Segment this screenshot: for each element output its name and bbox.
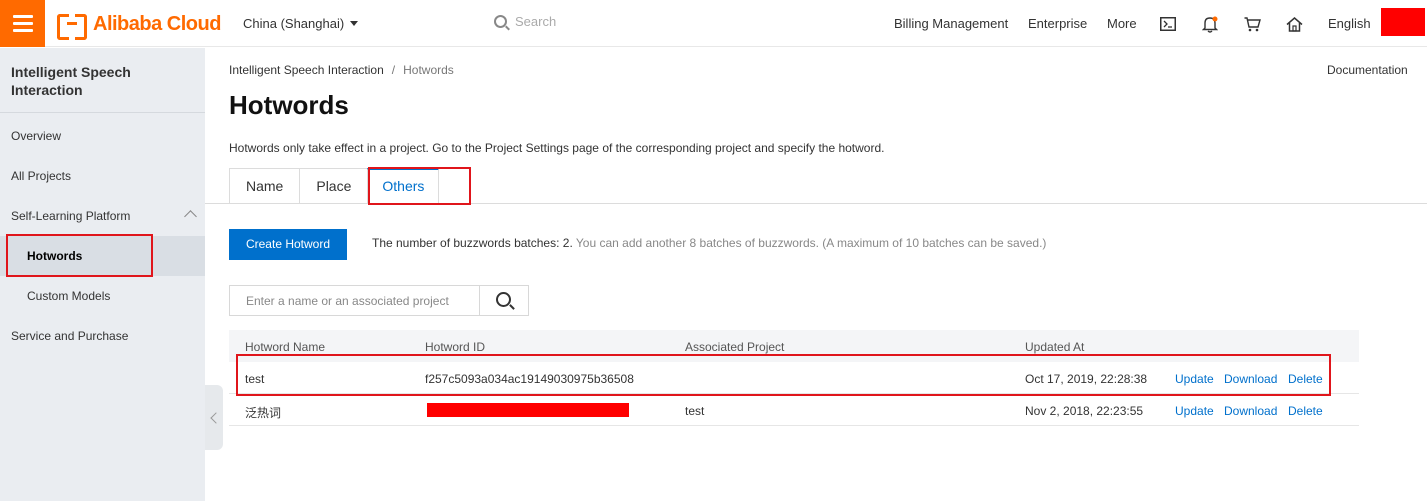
batch-limit-note: You can add another 8 batches of buzzwor… [572, 236, 1047, 250]
documentation-link[interactable]: Documentation [1327, 63, 1408, 77]
updated-at-cell: Oct 17, 2019, 22:28:38 [1025, 372, 1148, 386]
sidebar-item-hotwords[interactable]: Hotwords [0, 236, 205, 276]
sidebar-item-service-and-purchase[interactable]: Service and Purchase [0, 316, 205, 356]
sidebar-item-label: Self-Learning Platform [11, 209, 131, 223]
tab-name[interactable]: Name [229, 168, 300, 204]
sidebar-item-overview[interactable]: Overview [0, 116, 205, 156]
breadcrumb-root[interactable]: Intelligent Speech Interaction [229, 63, 384, 77]
hotword-name-cell: 泛热词 [245, 406, 282, 420]
hotword-search [229, 285, 529, 316]
batch-count-text: The number of buzzwords batches: 2. [372, 236, 573, 250]
create-hotword-button[interactable]: Create Hotword [229, 229, 347, 260]
alibaba-cloud-logo[interactable]: Alibaba Cloud [57, 10, 221, 40]
hotword-search-input[interactable] [230, 286, 480, 315]
global-search[interactable]: Search [494, 14, 556, 29]
search-icon [495, 292, 511, 307]
delete-link[interactable]: Delete [1288, 372, 1323, 386]
region-label: China (Shanghai) [243, 16, 345, 31]
brand-name: Alibaba Cloud [93, 12, 221, 35]
hotword-type-tabs: Name Place Others [229, 168, 440, 204]
nav-more[interactable]: More [1107, 16, 1137, 31]
hotword-table: Hotword Name Hotword ID Associated Proje… [229, 330, 1359, 426]
top-navigation-bar: Alibaba Cloud China (Shanghai) Search Bi… [0, 0, 1427, 47]
delete-link[interactable]: Delete [1288, 404, 1323, 418]
column-hotword-id: Hotword ID [425, 340, 486, 354]
page-description: Hotwords only take effect in a project. … [229, 141, 885, 155]
sidebar-divider [0, 112, 205, 113]
column-associated-project: Associated Project [685, 340, 785, 354]
redacted-hotword-id [427, 403, 629, 417]
tab-others[interactable]: Others [367, 168, 440, 204]
caret-down-icon [350, 21, 359, 26]
table-row: test f257c5093a034ac19149030975b36508 Oc… [229, 362, 1359, 394]
hamburger-menu-icon[interactable] [0, 0, 45, 47]
nav-billing-management[interactable]: Billing Management [894, 16, 1008, 31]
cart-icon[interactable] [1243, 15, 1261, 33]
home-icon[interactable] [1285, 15, 1303, 33]
sidebar-collapse-toggle[interactable] [205, 385, 223, 450]
updated-at-cell: Nov 2, 2018, 22:23:55 [1025, 404, 1144, 418]
table-header: Hotword Name Hotword ID Associated Proje… [229, 330, 1359, 362]
bell-icon[interactable] [1201, 15, 1219, 33]
associated-project-cell: test [685, 404, 705, 418]
column-hotword-name: Hotword Name [245, 340, 326, 354]
region-selector[interactable]: China (Shanghai) [243, 16, 359, 31]
breadcrumb-current: Hotwords [403, 63, 454, 77]
tabs-divider [205, 203, 1427, 204]
nav-enterprise[interactable]: Enterprise [1028, 16, 1087, 31]
tab-place[interactable]: Place [299, 168, 368, 204]
global-search-placeholder: Search [515, 14, 557, 29]
user-avatar[interactable] [1381, 8, 1425, 36]
table-row: 泛热词 test Nov 2, 2018, 22:23:55 Update Do… [229, 394, 1359, 426]
language-selector[interactable]: English [1328, 16, 1371, 31]
hotword-search-button[interactable] [479, 286, 528, 315]
alibaba-cloud-logo-icon [57, 14, 87, 40]
page-title: Hotwords [229, 90, 349, 120]
hotword-name-cell: test [245, 372, 265, 386]
batch-info: The number of buzzwords batches: 2. You … [372, 236, 1046, 250]
sidebar-item-custom-models[interactable]: Custom Models [0, 276, 205, 316]
terminal-icon[interactable] [1159, 15, 1177, 33]
chevron-up-icon [184, 210, 197, 223]
chevron-left-icon [210, 411, 222, 424]
download-link[interactable]: Download [1224, 404, 1277, 418]
sidebar-product-title: Intelligent Speech Interaction [11, 64, 131, 98]
breadcrumb: Intelligent Speech Interaction / Hotword… [229, 63, 454, 77]
sidebar-item-all-projects[interactable]: All Projects [0, 156, 205, 196]
update-link[interactable]: Update [1175, 404, 1214, 418]
column-updated-at: Updated At [1025, 340, 1085, 354]
update-link[interactable]: Update [1175, 372, 1214, 386]
sidebar-item-self-learning-platform[interactable]: Self-Learning Platform [0, 196, 205, 236]
sidebar: Intelligent Speech Interaction Overview … [0, 48, 205, 501]
hotword-id-cell: f257c5093a034ac19149030975b36508 [425, 372, 634, 386]
search-icon [494, 15, 507, 28]
download-link[interactable]: Download [1224, 372, 1277, 386]
breadcrumb-separator: / [391, 63, 396, 77]
